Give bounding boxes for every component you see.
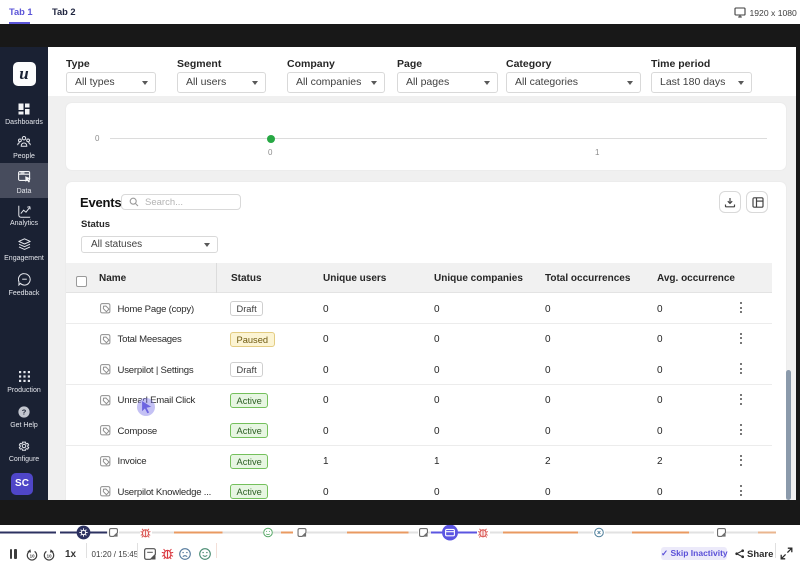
svg-text:10: 10 <box>47 553 52 558</box>
svg-text:?: ? <box>22 408 27 417</box>
svg-text:10: 10 <box>30 553 35 558</box>
